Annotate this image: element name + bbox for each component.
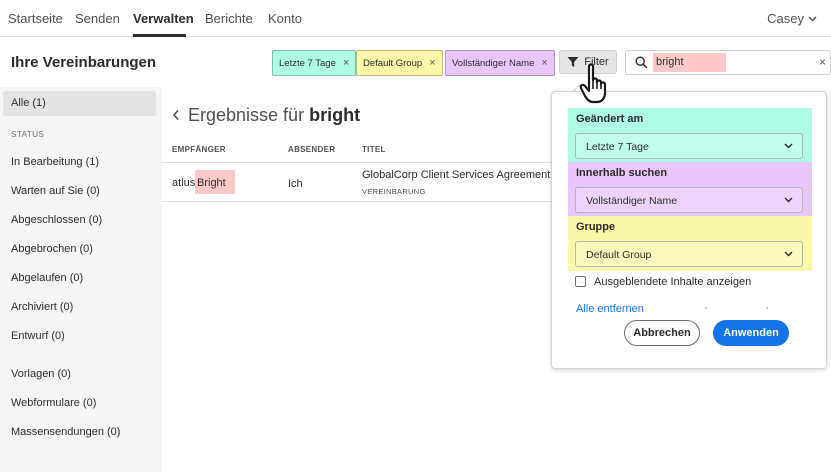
sidebar-item-mass-send[interactable]: Massensendungen (0) bbox=[11, 426, 120, 438]
sidebar-item-completed[interactable]: Abgeschlossen (0) bbox=[11, 214, 102, 226]
tab-startseite[interactable]: Startseite bbox=[8, 11, 63, 26]
tab-konto[interactable]: Konto bbox=[268, 11, 302, 26]
sidebar-item-waiting[interactable]: Warten auf Sie (0) bbox=[11, 185, 100, 197]
user-name: Casey bbox=[767, 11, 804, 26]
cell-sender: Ich bbox=[288, 178, 303, 190]
filter-chip-group[interactable]: Default Group × bbox=[356, 50, 443, 76]
sidebar-item-archived[interactable]: Archiviert (0) bbox=[11, 301, 73, 313]
user-menu[interactable]: Casey bbox=[767, 11, 817, 26]
sidebar-item-templates[interactable]: Vorlagen (0) bbox=[11, 368, 71, 380]
cell-recipient-prefix: atlus bbox=[172, 177, 196, 189]
search-icon bbox=[635, 56, 648, 69]
page-title: Ihre Vereinbarungen bbox=[11, 54, 157, 71]
close-icon[interactable]: × bbox=[429, 57, 435, 69]
filter-chip-search-within[interactable]: Vollständiger Name × bbox=[445, 50, 555, 76]
results-heading-prefix: Ergebnisse für bbox=[188, 105, 305, 125]
search-input[interactable]: bright bbox=[656, 56, 684, 68]
group-select-value: Default Group bbox=[586, 249, 652, 261]
chip-label: Vollständiger Name bbox=[452, 57, 535, 69]
search-field[interactable]: bright × bbox=[625, 50, 831, 75]
close-icon[interactable]: × bbox=[541, 57, 547, 69]
sidebar-section-status: STATUS bbox=[11, 130, 45, 139]
show-hidden-label: Ausgeblendete Inhalte anzeigen bbox=[594, 276, 752, 288]
results-heading-term: bright bbox=[309, 105, 361, 125]
tab-senden[interactable]: Senden bbox=[75, 11, 120, 26]
funnel-icon bbox=[567, 57, 579, 67]
group-select[interactable]: Default Group bbox=[575, 241, 803, 267]
modified-select[interactable]: Letzte 7 Tage bbox=[575, 133, 803, 159]
sidebar-item-in-progress[interactable]: In Bearbeitung (1) bbox=[11, 156, 99, 168]
sidebar-item-all[interactable]: Alle (1) bbox=[11, 97, 46, 109]
results-heading: Ergebnisse für bright bbox=[188, 105, 360, 126]
top-navigation: Startseite Senden Verwalten Berichte Kon… bbox=[0, 0, 831, 37]
column-header-title[interactable]: TITEL bbox=[362, 145, 386, 154]
filter-group-search-within: Innerhalb suchen Vollständiger Name bbox=[568, 162, 812, 217]
apply-button[interactable]: Anwenden bbox=[713, 320, 789, 346]
chip-label: Default Group bbox=[363, 57, 423, 69]
tab-berichte[interactable]: Berichte bbox=[205, 11, 253, 26]
show-hidden-checkbox[interactable] bbox=[575, 276, 586, 287]
active-tab-indicator bbox=[133, 34, 186, 37]
sidebar-item-draft[interactable]: Entwurf (0) bbox=[11, 330, 65, 342]
chevron-down-icon bbox=[784, 197, 793, 203]
table-divider bbox=[162, 201, 551, 202]
hand-cursor-icon bbox=[579, 63, 607, 104]
table-divider bbox=[162, 162, 551, 163]
filter-chip-date[interactable]: Letzte 7 Tage × bbox=[272, 50, 357, 76]
chevron-down-icon bbox=[808, 16, 817, 21]
column-header-recipient[interactable]: EMPFÄNGER bbox=[172, 145, 226, 154]
cell-title: GlobalCorp Client Services Agreement bbox=[362, 169, 551, 181]
cell-recipient-match: Bright bbox=[197, 177, 226, 189]
modified-select-value: Letzte 7 Tage bbox=[586, 141, 649, 153]
chip-label: Letzte 7 Tage bbox=[279, 57, 336, 69]
filter-label-group: Gruppe bbox=[576, 221, 616, 233]
filter-label-search-within: Innerhalb suchen bbox=[576, 167, 668, 179]
column-header-sender[interactable]: ABSENDER bbox=[288, 145, 335, 154]
search-within-select-value: Vollständiger Name bbox=[586, 195, 678, 207]
sidebar-item-cancelled[interactable]: Abgebrochen (0) bbox=[11, 243, 93, 255]
separator-dot bbox=[705, 307, 707, 309]
filter-group-modified: Geändert am Letzte 7 Tage bbox=[568, 108, 812, 163]
chevron-down-icon bbox=[784, 251, 793, 257]
filter-label-modified: Geändert am bbox=[576, 113, 644, 125]
cell-type: VEREINBARUNG bbox=[362, 187, 426, 196]
remove-all-link[interactable]: Alle entfernen bbox=[576, 303, 644, 315]
tab-verwalten[interactable]: Verwalten bbox=[133, 11, 194, 26]
separator-dot bbox=[766, 307, 768, 309]
back-chevron-icon[interactable] bbox=[172, 109, 180, 121]
cancel-button[interactable]: Abbrechen bbox=[624, 320, 700, 346]
sidebar-item-expired[interactable]: Abgelaufen (0) bbox=[11, 272, 83, 284]
search-within-select[interactable]: Vollständiger Name bbox=[575, 187, 803, 213]
close-icon[interactable]: × bbox=[343, 57, 349, 69]
chevron-down-icon bbox=[784, 143, 793, 149]
sidebar-item-webforms[interactable]: Webformulare (0) bbox=[11, 397, 96, 409]
filter-group-group: Gruppe Default Group bbox=[568, 216, 812, 271]
close-icon[interactable]: × bbox=[819, 55, 826, 69]
sidebar: Alle (1) STATUS In Bearbeitung (1) Warte… bbox=[0, 87, 162, 472]
